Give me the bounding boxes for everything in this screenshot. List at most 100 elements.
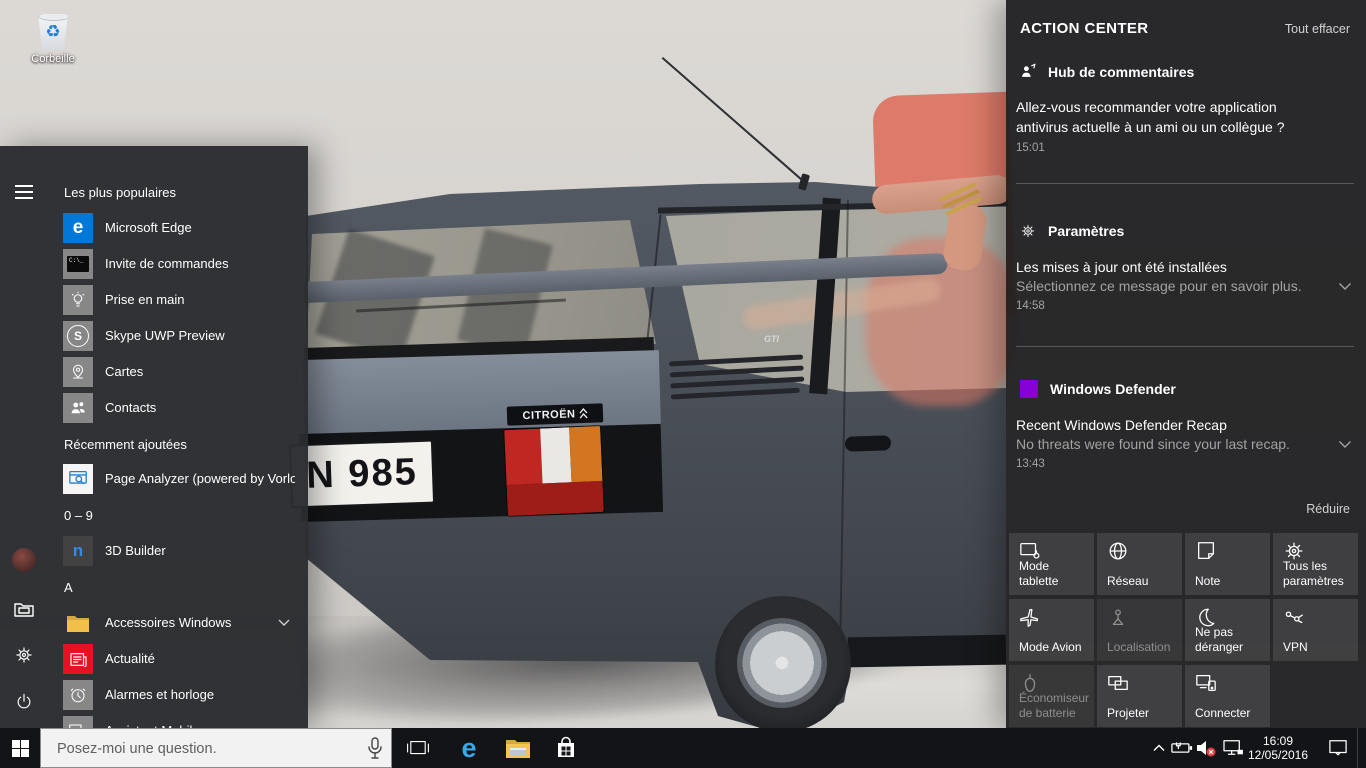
microphone-icon[interactable]	[367, 737, 383, 761]
quick-action-network[interactable]: Réseau	[1097, 533, 1182, 595]
chevron-down-icon[interactable]	[1338, 282, 1352, 291]
recycle-bin-label: Corbeille	[18, 53, 88, 65]
battery-charging-icon	[1171, 741, 1193, 755]
people-icon	[63, 393, 93, 423]
location-icon	[1107, 606, 1129, 628]
cortana-search-input[interactable]	[55, 729, 359, 768]
quick-action-all-settings[interactable]: Tous les paramètres	[1273, 533, 1358, 595]
windows-defender-icon	[1020, 380, 1038, 398]
settings-button[interactable]	[12, 643, 36, 667]
quick-action-connect[interactable]: Connecter	[1185, 665, 1270, 727]
start-menu: Les plus populaires e Microsoft Edge C:\…	[0, 146, 308, 728]
network-tray-button[interactable]	[1219, 728, 1247, 768]
notification-time: 15:01	[1016, 142, 1045, 154]
recycle-bin[interactable]: ♻ Corbeille	[18, 12, 88, 65]
start-menu-item-3d-builder[interactable]: n 3D Builder	[54, 533, 304, 569]
start-menu-item-phone-companion[interactable]: Assistant Mobile	[54, 713, 304, 728]
taskbar-edge-button[interactable]: e	[452, 728, 486, 768]
battery-tray-button[interactable]	[1170, 728, 1194, 768]
car-rocker-shadow	[848, 635, 1006, 668]
start-menu-item-people[interactable]: Contacts	[54, 390, 304, 426]
tail-light	[504, 426, 604, 516]
taskbar-file-explorer-button[interactable]	[501, 728, 535, 768]
quick-action-quiet-hours[interactable]: Ne pas déranger	[1185, 599, 1270, 661]
section-letter-0-9[interactable]: 0 – 9	[64, 507, 93, 525]
car-antenna	[662, 57, 807, 184]
quick-action-note[interactable]: Note	[1185, 533, 1270, 595]
quick-action-tablet-mode[interactable]: Mode tablette	[1009, 533, 1094, 595]
start-menu-item-skype[interactable]: S Skype UWP Preview	[54, 318, 304, 354]
gear-icon	[14, 645, 34, 665]
map-pin-icon	[63, 357, 93, 387]
hamburger-menu-button[interactable]	[12, 180, 36, 204]
lightbulb-icon	[63, 285, 93, 315]
notification-title[interactable]: Les mises à jour ont été installées	[1016, 257, 1227, 277]
cortana-search-box[interactable]	[40, 728, 392, 768]
quick-action-battery-saver[interactable]: Économiseur de batterie	[1009, 665, 1094, 727]
section-letter-a[interactable]: A	[64, 579, 73, 597]
notification-subtitle[interactable]: No threats were found since your last re…	[1016, 436, 1290, 452]
section-most-used: Les plus populaires	[64, 184, 176, 202]
task-view-button[interactable]	[402, 728, 434, 768]
quick-action-airplane-mode[interactable]: Mode Avion	[1009, 599, 1094, 661]
ethernet-network-icon	[1222, 739, 1244, 757]
taskbar-store-button[interactable]	[549, 728, 583, 768]
notification-title[interactable]: Recent Windows Defender Recap	[1016, 415, 1227, 435]
start-menu-item-alarms[interactable]: Alarmes et horloge	[54, 677, 304, 713]
task-view-icon	[406, 739, 430, 757]
action-center-button[interactable]	[1322, 728, 1354, 768]
hamburger-icon	[15, 185, 33, 199]
power-button[interactable]	[12, 690, 36, 714]
phone-pc-icon	[63, 716, 93, 728]
start-menu-item-page-analyzer[interactable]: Page Analyzer (powered by Vorlo...	[54, 461, 304, 497]
command-prompt-icon: C:\_	[63, 249, 93, 279]
notification-subtitle[interactable]: Sélectionnez ce message pour en savoir p…	[1016, 278, 1302, 294]
citroen-badge-text: CITROËN	[522, 408, 575, 422]
windows-logo-icon	[12, 740, 29, 757]
chevron-down-icon[interactable]	[1338, 440, 1352, 449]
show-desktop-button[interactable]	[1357, 728, 1366, 768]
start-menu-item-get-started[interactable]: Prise en main	[54, 282, 304, 318]
gti-badge: GTI	[764, 334, 779, 344]
clear-all-button[interactable]: Tout effacer	[1285, 22, 1350, 36]
store-icon	[555, 736, 577, 760]
collapse-button[interactable]: Réduire	[1306, 502, 1350, 516]
start-menu-item-edge[interactable]: e Microsoft Edge	[54, 210, 304, 246]
volume-tray-button[interactable]	[1193, 728, 1219, 768]
skype-icon: S	[63, 321, 93, 351]
quick-action-location[interactable]: Localisation	[1097, 599, 1182, 661]
notification-app-name[interactable]: Paramètres	[1048, 223, 1124, 239]
tail-light-amber	[569, 426, 602, 482]
airplane-icon	[1019, 606, 1041, 628]
quick-action-project[interactable]: Projeter	[1097, 665, 1182, 727]
clock[interactable]: 16:09 12/05/2016	[1248, 728, 1308, 768]
settings-gear-icon	[1020, 223, 1036, 239]
3d-builder-icon: n	[63, 536, 93, 566]
chevron-down-icon[interactable]	[278, 619, 290, 627]
car-louvers	[669, 353, 805, 402]
quick-action-vpn[interactable]: VPN	[1273, 599, 1358, 661]
hidden-icons-button[interactable]	[1148, 728, 1170, 768]
note-icon	[1195, 540, 1217, 562]
start-menu-item-maps[interactable]: Cartes	[54, 354, 304, 390]
start-menu-item-cmd[interactable]: C:\_ Invite de commandes	[54, 246, 304, 282]
clock-date: 12/05/2016	[1248, 748, 1308, 762]
notification-time: 14:58	[1016, 300, 1045, 312]
start-button[interactable]	[0, 728, 40, 768]
car-door-handle	[845, 435, 891, 452]
start-menu-item-accessories[interactable]: Accessoires Windows	[54, 605, 304, 641]
notification-title[interactable]: Allez-vous recommander votre application…	[1016, 97, 1316, 137]
globe-icon	[1107, 540, 1129, 562]
file-explorer-icon	[505, 738, 531, 759]
desktop-screen: N 985 CITROËN GTI	[0, 0, 1366, 768]
license-plate-text: N 985	[306, 451, 419, 498]
yellow-folder-icon	[63, 608, 93, 638]
notification-app-name[interactable]: Windows Defender	[1050, 381, 1176, 397]
start-menu-item-news[interactable]: Actualité	[54, 641, 304, 677]
connect-devices-icon	[1195, 672, 1217, 694]
vpn-icon	[1283, 606, 1305, 628]
file-explorer-button[interactable]	[12, 597, 36, 621]
notification-app-name[interactable]: Hub de commentaires	[1048, 64, 1194, 80]
user-avatar[interactable]	[12, 548, 36, 572]
recycle-bin-rim	[38, 12, 70, 21]
